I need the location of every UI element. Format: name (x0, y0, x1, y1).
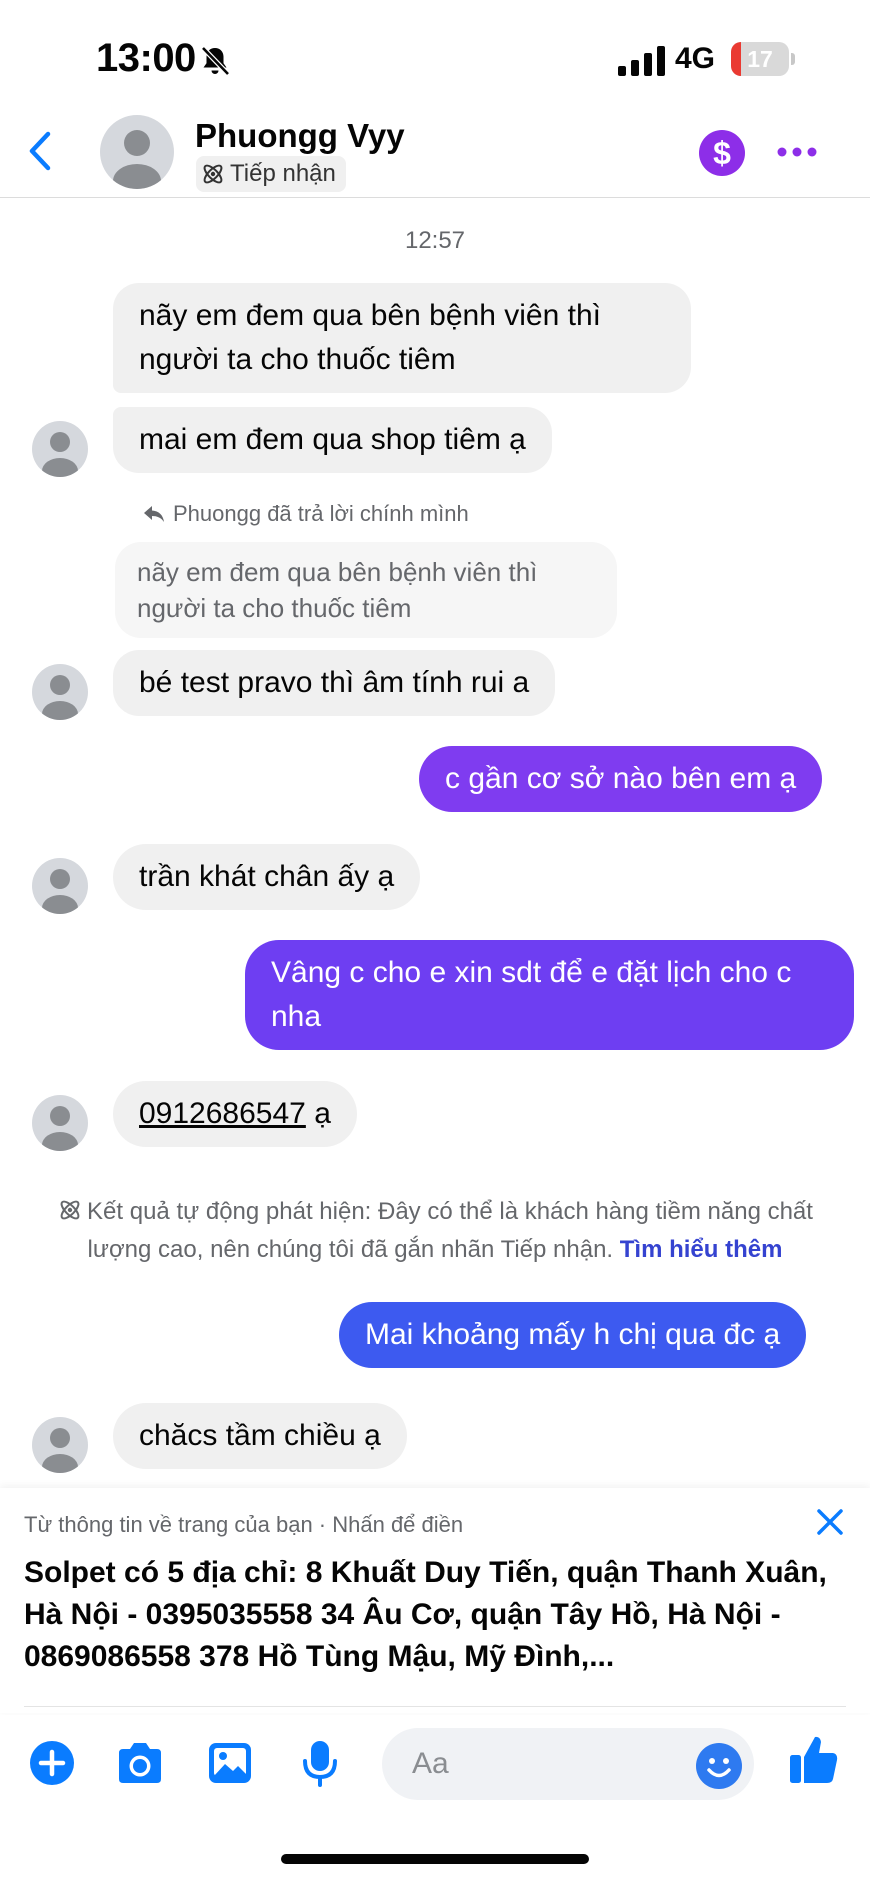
sender-avatar[interactable] (32, 421, 88, 477)
battery-percent: 17 (747, 46, 773, 72)
incoming-message[interactable]: bé test pravo thì âm tính rui a (113, 650, 556, 716)
suggestion-text[interactable]: Solpet có 5 địa chỉ: 8 Khuất Duy Tiến, q… (24, 1552, 844, 1684)
atom-icon (203, 164, 223, 184)
sender-avatar[interactable] (32, 664, 88, 720)
sender-avatar[interactable] (32, 1417, 88, 1473)
outgoing-message[interactable]: c gần cơ sở nào bên em ạ (419, 746, 823, 812)
microphone-button[interactable] (294, 1737, 346, 1789)
default-avatar-icon (42, 432, 78, 477)
contact-name[interactable]: Phuongg Vyy (195, 117, 405, 155)
quoted-message[interactable]: nãy em đem qua bên bệnh viên thì người t… (115, 542, 617, 638)
reply-indicator-text: Phuongg đã trả lời chính mình (173, 501, 469, 526)
plus-icon (30, 1741, 74, 1785)
emoji-icon (697, 1744, 741, 1788)
message-timestamp: 12:57 (404, 227, 466, 254)
status-time: 13:00 (96, 36, 196, 80)
plus-button[interactable] (26, 1737, 78, 1789)
outgoing-message[interactable]: Mai khoảng mấy h chị qua đc ạ (339, 1302, 807, 1368)
default-avatar-icon (42, 675, 78, 720)
lead-label-chip[interactable]: Tiếp nhận (196, 156, 346, 192)
camera-icon (119, 1743, 161, 1783)
incoming-message[interactable]: mai em đem qua shop tiêm ạ (113, 407, 552, 473)
camera-button[interactable] (114, 1737, 166, 1789)
bell-slash-icon (201, 46, 230, 76)
battery-indicator: 17 (731, 42, 795, 76)
cellular-signal-icon (618, 46, 665, 76)
dollar-icon: $ (713, 134, 731, 171)
saved-reply-suggestion[interactable]: Từ thông tin về trang của bạn · Nhấn để … (0, 1488, 870, 1713)
default-avatar-icon (42, 1428, 78, 1473)
incoming-message: 0912686547 ạ (113, 1081, 357, 1147)
back-button[interactable] (20, 127, 60, 175)
incoming-message[interactable]: trần khát chân ấy ạ (113, 844, 421, 910)
message-composer (0, 1715, 870, 1810)
reply-arrow-icon (144, 506, 164, 522)
learn-more-link[interactable]: Tìm hiểu thêm (620, 1236, 783, 1263)
more-dots-icon (777, 147, 817, 157)
atom-icon (60, 1200, 80, 1220)
network-type: 4G (675, 42, 716, 75)
thumbs-up-icon (790, 1736, 838, 1783)
default-avatar-icon (42, 869, 78, 914)
gallery-icon (209, 1743, 251, 1783)
more-options-button[interactable] (772, 137, 822, 167)
phone-number-link[interactable]: 0912686547 (139, 1097, 306, 1130)
default-avatar-icon (42, 1106, 78, 1151)
payment-button[interactable]: $ (699, 130, 745, 176)
close-icon (817, 1509, 843, 1535)
incoming-message[interactable]: chăcs tầm chiều ạ (113, 1403, 407, 1469)
home-indicator[interactable] (281, 1854, 589, 1864)
sender-avatar[interactable] (32, 858, 88, 914)
message-suffix: ạ (305, 1097, 331, 1130)
status-bar: 13:00 4G 17 (0, 0, 870, 115)
chat-header: Phuongg Vyy Tiếp nhận $ (0, 105, 870, 198)
like-button[interactable] (788, 1733, 840, 1785)
close-suggestion-button[interactable] (810, 1502, 850, 1542)
suggestion-hint: Từ thông tin về trang của bạn · Nhấn để … (24, 1512, 464, 1537)
microphone-icon (303, 1741, 337, 1787)
contact-avatar[interactable] (100, 115, 174, 189)
emoji-button[interactable] (696, 1743, 742, 1789)
divider (24, 1706, 846, 1707)
sender-avatar[interactable] (32, 1095, 88, 1151)
chevron-left-icon (29, 131, 51, 171)
auto-detect-notice: Kết quả tự động phát hiện: Đây có thể là… (30, 1193, 840, 1269)
lead-label-text: Tiếp nhận (230, 160, 336, 187)
message-list[interactable]: 12:57 nãy em đem qua bên bệnh viên thì n… (0, 199, 870, 1489)
default-avatar-icon (113, 130, 161, 189)
incoming-message[interactable]: nãy em đem qua bên bệnh viên thì người t… (113, 283, 691, 393)
outgoing-message[interactable]: Vâng c cho e xin sdt để e đặt lịch cho c… (245, 940, 854, 1050)
gallery-button[interactable] (204, 1737, 256, 1789)
reply-indicator: Phuongg đã trả lời chính mình (143, 501, 469, 527)
